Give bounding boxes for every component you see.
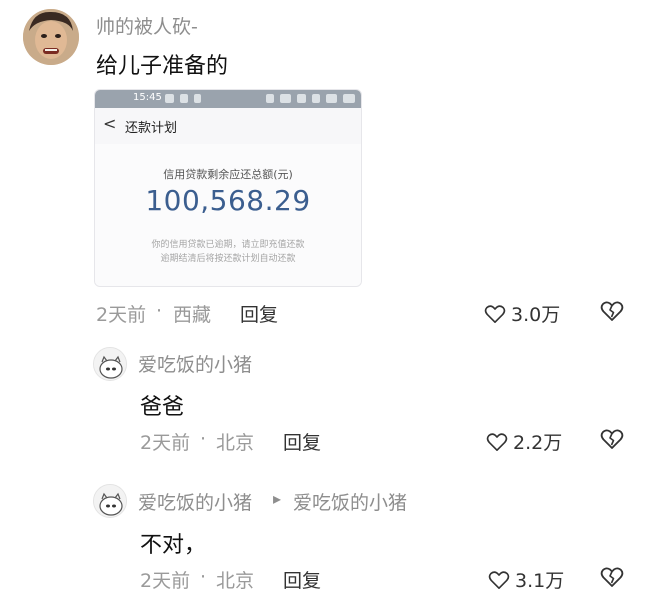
comment-text: 爸爸 bbox=[140, 395, 185, 420]
overdue-note-line: 逾期结清后将按还款计划自动还款 bbox=[160, 254, 296, 264]
comment-location: 北京 bbox=[216, 570, 255, 592]
dislike-button[interactable] bbox=[600, 566, 624, 592]
comment-username[interactable]: 爱吃饭的小猪 bbox=[138, 488, 252, 515]
comment-location: 西藏 bbox=[173, 304, 212, 326]
heart-outline-icon bbox=[486, 432, 508, 451]
meta-separator: · bbox=[200, 566, 207, 588]
status-time: 15:45 bbox=[133, 92, 162, 103]
overdue-note: 你的信用贷款已逾期，请立即充值还款 逾期结清后将按还款计划自动还款 bbox=[95, 238, 361, 266]
heart-outline-icon bbox=[488, 570, 510, 589]
like-count: 3.1万 bbox=[515, 570, 565, 592]
status-bar: 15:45 bbox=[95, 90, 361, 108]
reply-button[interactable]: 回复 bbox=[283, 428, 321, 455]
comment-time: 2天前 bbox=[96, 304, 147, 326]
comment-username[interactable]: 爱吃饭的小猪 bbox=[138, 350, 252, 377]
status-icons bbox=[165, 94, 356, 104]
balance-panel: 信用贷款剩余应还总额(元) 100,568.29 你的信用贷款已逾期，请立即充值… bbox=[95, 144, 361, 286]
overdue-note-line: 你的信用贷款已逾期，请立即充值还款 bbox=[151, 240, 305, 250]
like-count: 2.2万 bbox=[513, 432, 563, 454]
avatar[interactable] bbox=[93, 347, 127, 381]
page-title: 还款计划 bbox=[125, 121, 178, 136]
broken-heart-icon bbox=[600, 567, 624, 587]
comment-text: 给儿子准备的 bbox=[96, 54, 229, 79]
comment-location: 北京 bbox=[216, 432, 255, 454]
comment-text: 不对， bbox=[140, 533, 207, 558]
dislike-button[interactable] bbox=[600, 300, 624, 326]
comment-time: 2天前 bbox=[140, 432, 191, 454]
meta-separator: · bbox=[156, 300, 163, 322]
broken-heart-icon bbox=[600, 429, 624, 449]
reply-to-arrow-icon: ▸ bbox=[273, 489, 282, 508]
reply-button[interactable]: 回复 bbox=[283, 566, 321, 593]
like-count: 3.0万 bbox=[511, 304, 561, 326]
comment-username[interactable]: 帅的被人砍- bbox=[96, 12, 198, 39]
comment-image[interactable]: 15:45 < 还款计划 信用贷款剩余应还总额(元) 100,568.29 你的… bbox=[94, 89, 362, 287]
avatar[interactable] bbox=[23, 9, 79, 65]
heart-outline-icon bbox=[484, 304, 506, 323]
like-button[interactable]: 2.2万 bbox=[486, 428, 562, 455]
comment-time: 2天前 bbox=[140, 570, 191, 592]
balance-label: 信用贷款剩余应还总额(元) bbox=[163, 168, 293, 181]
nav-bar: < 还款计划 bbox=[95, 108, 361, 144]
reply-button[interactable]: 回复 bbox=[240, 300, 278, 327]
dislike-button[interactable] bbox=[600, 428, 624, 454]
back-icon: < bbox=[103, 114, 117, 133]
like-button[interactable]: 3.1万 bbox=[488, 566, 564, 593]
reply-to-username[interactable]: 爱吃饭的小猪 bbox=[293, 488, 407, 515]
meta-separator: · bbox=[200, 428, 207, 450]
balance-amount: 100,568.29 bbox=[145, 184, 311, 217]
broken-heart-icon bbox=[600, 301, 624, 321]
like-button[interactable]: 3.0万 bbox=[484, 300, 560, 327]
avatar[interactable] bbox=[93, 484, 127, 518]
